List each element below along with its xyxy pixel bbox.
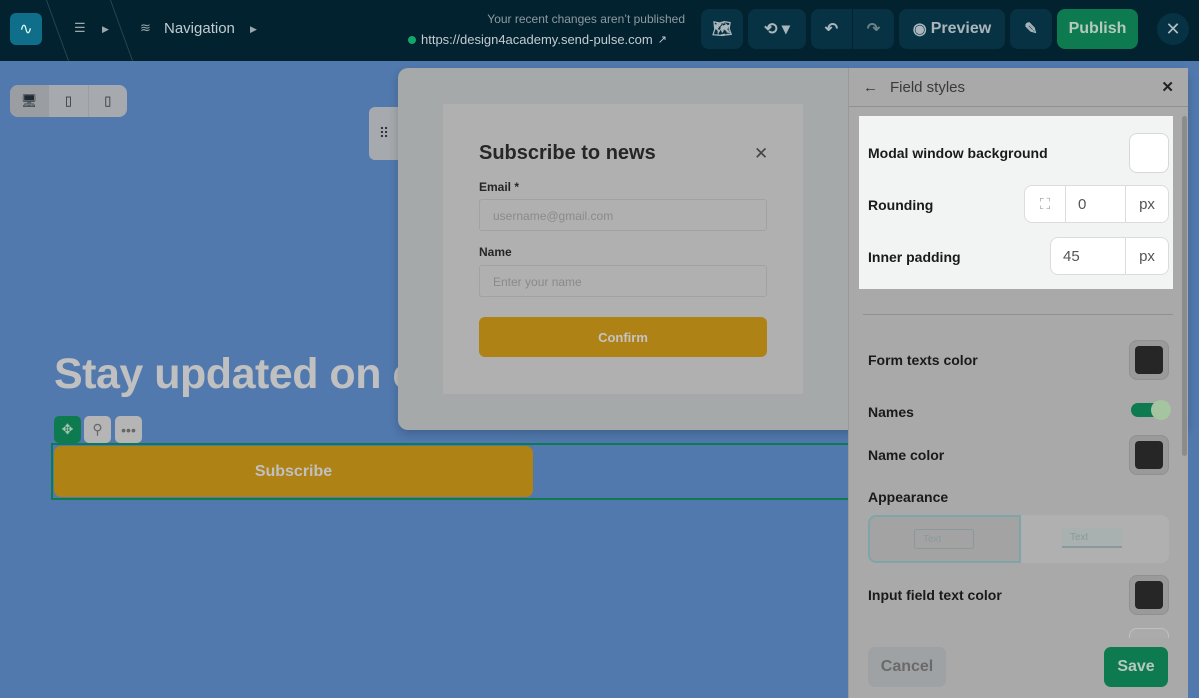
input-text-color-swatch[interactable] — [1129, 575, 1169, 615]
form-title: Subscribe to news — [479, 142, 656, 164]
move-icon[interactable]: ✥ — [54, 416, 81, 443]
undo-button[interactable]: ↶ — [811, 9, 852, 49]
cancel-button[interactable]: Cancel — [868, 647, 946, 687]
design-tools-button[interactable]: ✎ — [1010, 9, 1052, 49]
names-toggle[interactable] — [1131, 400, 1171, 420]
top-bar: ∿ ☰ ▶ ≋ Navigation ▶ Your recent changes… — [0, 0, 1199, 61]
modal-bg-label: Modal window background — [868, 145, 1048, 161]
name-label: Name — [479, 245, 512, 259]
next-color-swatch[interactable] — [1129, 628, 1169, 638]
panel-scrollbar[interactable] — [1182, 116, 1187, 456]
page-list-icon[interactable]: ☰ — [74, 20, 86, 36]
appearance-selector: Text Text — [868, 515, 1169, 563]
layers-icon: ≋ — [140, 20, 151, 35]
appearance-option-underlined[interactable]: Text — [1062, 528, 1122, 548]
names-label: Names — [868, 404, 914, 420]
drag-handle-icon[interactable]: ⠿ — [369, 107, 399, 160]
eye-icon: ◉ — [912, 21, 927, 38]
preview-label: Preview — [930, 20, 992, 37]
online-dot-icon — [408, 35, 416, 44]
input-text-color-label: Input field text color — [868, 587, 1002, 603]
padding-input[interactable]: 45 — [1051, 238, 1126, 274]
rounding-input-group: ⛶ 0 px — [1024, 185, 1169, 223]
subscribe-form: Subscribe to news ✕ Email * username@gma… — [443, 104, 803, 394]
back-arrow-icon[interactable]: ← — [863, 79, 878, 96]
appearance-label: Appearance — [868, 489, 949, 505]
name-input[interactable]: Enter your name — [479, 265, 767, 297]
modal-bg-swatch[interactable] — [1129, 133, 1169, 173]
link-icon[interactable]: ⚲ — [84, 416, 111, 443]
appearance-option-outlined[interactable]: Text — [868, 515, 1021, 563]
site-url[interactable]: https://design4academy.send-pulse.com — [421, 32, 653, 47]
confirm-button[interactable]: Confirm — [479, 317, 767, 357]
redo-button[interactable]: ↷ — [853, 9, 894, 49]
logo-icon[interactable]: ∿ — [10, 13, 42, 45]
preview-button[interactable]: ◉ Preview — [899, 9, 1005, 49]
external-link-icon: ↗ — [657, 34, 667, 46]
rounding-label: Rounding — [868, 197, 934, 213]
field-styles-panel: ← Field styles ✕ Modal window background… — [848, 68, 1188, 698]
rounding-unit: px — [1139, 195, 1155, 213]
unpublished-status: Your recent changes aren’t published — [487, 12, 685, 26]
rounding-input[interactable]: 0 — [1066, 186, 1126, 222]
desktop-icon[interactable]: 🖥 — [10, 85, 50, 117]
breadcrumb-navigation[interactable]: Navigation — [164, 20, 235, 37]
padding-input-group: 45 px — [1050, 237, 1169, 275]
close-icon[interactable]: ✕ — [1161, 78, 1174, 96]
mobile-icon[interactable]: ▯ — [89, 85, 127, 117]
site-url-link[interactable]: https://design4academy.send-pulse.com ↗ — [408, 32, 667, 47]
form-text-color-label: Form texts color — [868, 352, 978, 368]
history-button[interactable]: ⟲ ▾ — [748, 9, 806, 49]
panel-header: ← Field styles ✕ — [849, 68, 1188, 107]
name-color-swatch[interactable] — [1129, 435, 1169, 475]
name-color-label: Name color — [868, 447, 945, 463]
divider — [863, 314, 1173, 315]
device-switcher: 🖥 ▯ ▯ — [10, 85, 127, 117]
form-text-color-swatch[interactable] — [1129, 340, 1169, 380]
email-input[interactable]: username@gmail.com — [479, 199, 767, 231]
padding-unit: px — [1139, 247, 1155, 265]
corners-icon[interactable]: ⛶ — [1025, 186, 1066, 222]
more-icon[interactable]: ••• — [115, 416, 142, 443]
site-map-button[interactable]: 🗺 — [701, 9, 743, 49]
publish-button[interactable]: Publish — [1057, 9, 1138, 49]
section-headline[interactable]: Stay updated on c — [54, 350, 416, 399]
save-button[interactable]: Save — [1104, 647, 1168, 687]
email-label: Email * — [479, 180, 520, 194]
padding-label: Inner padding — [868, 249, 961, 265]
close-icon[interactable]: ✕ — [754, 144, 768, 164]
close-editor-button[interactable]: ✕ — [1157, 13, 1189, 45]
panel-title: Field styles — [890, 78, 966, 96]
option-preview-text: Text — [914, 529, 974, 549]
subscribe-button[interactable]: Subscribe — [54, 446, 533, 497]
chevron-right-icon: ▶ — [250, 24, 257, 34]
tablet-icon[interactable]: ▯ — [49, 85, 89, 117]
